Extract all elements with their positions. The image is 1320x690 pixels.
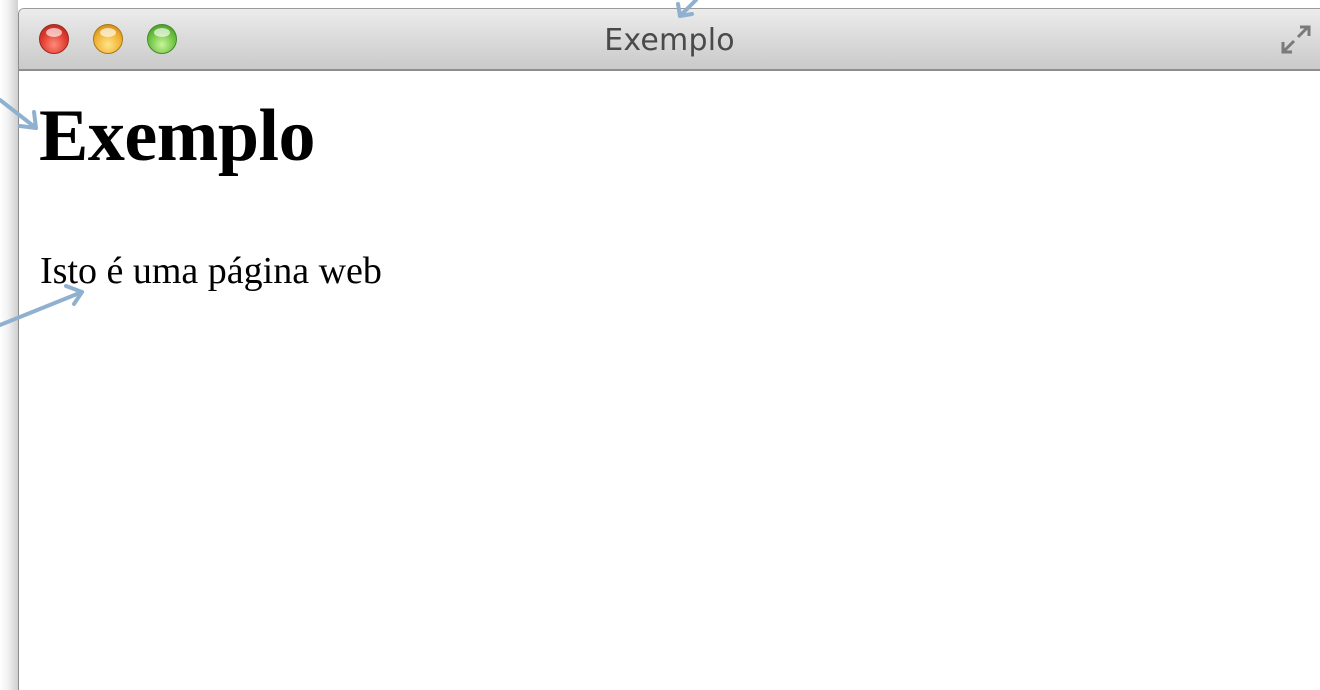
fullscreen-button[interactable]: [1276, 19, 1316, 59]
window-shadow: [0, 0, 18, 690]
page-heading: Exemplo: [39, 95, 316, 177]
page-paragraph: Isto é uma página web: [40, 250, 382, 292]
browser-window: Exemplo Exemplo Isto é uma página web: [18, 8, 1320, 690]
fullscreen-icon: [1281, 25, 1311, 54]
screenshot-stage: Exemplo Exemplo Isto é uma página web: [0, 0, 1320, 690]
title-bar[interactable]: Exemplo: [19, 9, 1320, 71]
window-title: Exemplo: [604, 23, 735, 58]
page-content: Exemplo Isto é uma página web: [19, 71, 1320, 690]
